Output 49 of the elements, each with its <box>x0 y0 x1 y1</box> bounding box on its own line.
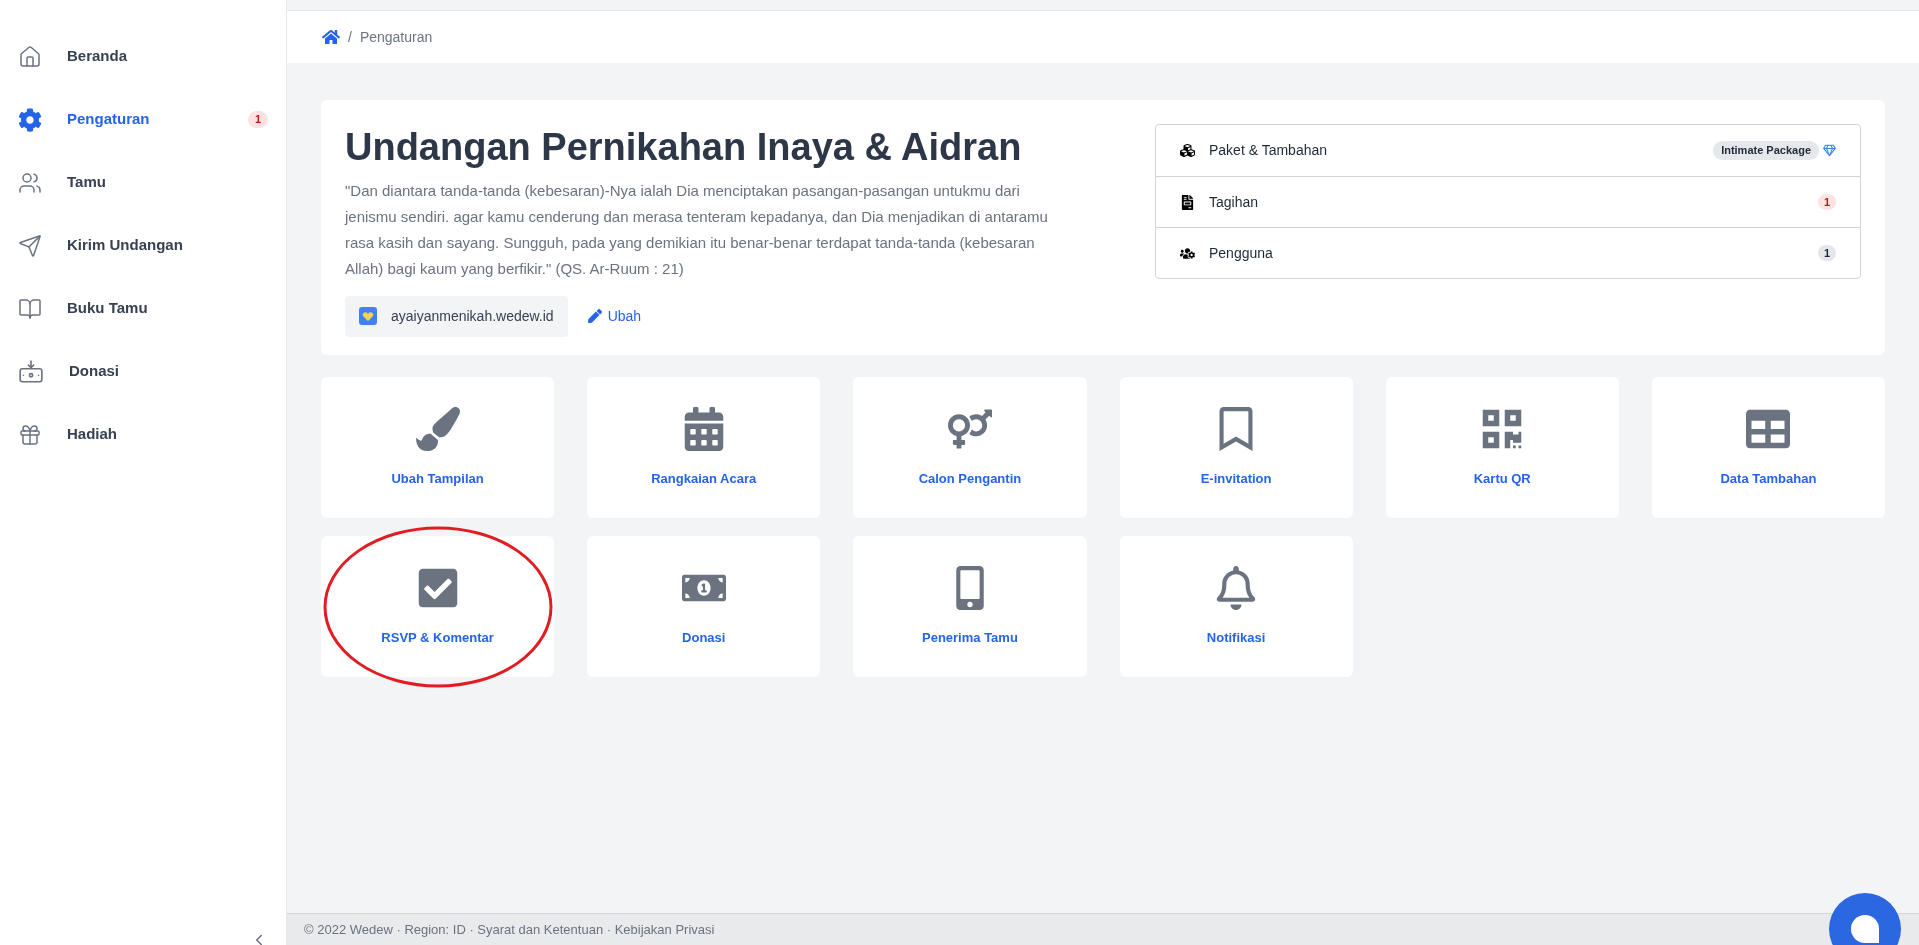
chat-bubble-icon <box>1851 915 1879 943</box>
people-icon <box>18 170 42 195</box>
document-icon <box>1180 194 1195 210</box>
settings-tile[interactable]: Notifikasi <box>1119 536 1353 677</box>
sidebar-item[interactable]: Hadiah <box>0 403 286 466</box>
sidebar-item[interactable]: Buku Tamu <box>0 277 286 340</box>
domain-chip: ayaiyanmenikah.wedew.id <box>345 295 568 337</box>
count-badge: 1 <box>247 111 268 128</box>
settings-tile[interactable]: Donasi <box>587 536 821 677</box>
list-item[interactable]: Pengguna 1 <box>1156 227 1860 278</box>
settings-icon <box>18 107 42 132</box>
site-logo-icon <box>359 307 377 325</box>
sidebar-item[interactable]: Kirim Undangan <box>0 214 286 277</box>
settings-tile[interactable]: Penerima Tamu <box>853 536 1087 677</box>
list-item[interactable]: Tagihan 1 <box>1156 176 1860 227</box>
count-badge: 1 <box>1817 193 1836 211</box>
settings-tile[interactable]: Calon Pengantin <box>853 377 1087 518</box>
gender-symbols-icon <box>947 406 992 451</box>
sidebar-item[interactable]: Tamu <box>0 151 286 214</box>
package-badge: Intimate Package <box>1713 141 1819 160</box>
breadcrumb-separator: / <box>348 27 352 47</box>
paper-plane-icon <box>18 233 42 258</box>
paintbrush-icon <box>415 406 460 451</box>
home-icon[interactable] <box>322 28 340 46</box>
settings-tile[interactable]: Data Tambahan <box>1651 377 1885 518</box>
settings-tile[interactable]: E-invitation <box>1119 377 1353 518</box>
edit-link[interactable]: Ubah <box>587 305 642 327</box>
sidebar-item[interactable]: Donasi <box>0 340 286 403</box>
gift-icon <box>18 422 42 447</box>
settings-tile[interactable]: Ubah Tampilan <box>321 377 555 518</box>
breadcrumb-current: Pengaturan <box>359 27 433 47</box>
users-gear-icon <box>1180 245 1195 261</box>
diamond-icon <box>1823 144 1836 157</box>
book-icon <box>18 296 42 321</box>
sidebar-item[interactable]: Pengaturan 1 <box>0 88 286 151</box>
list-item[interactable]: Paket & Tambahan Intimate Package <box>1156 125 1860 176</box>
settings-tile[interactable]: RSVP & Komentar <box>321 536 555 677</box>
house-icon <box>18 44 42 69</box>
chat-button[interactable] <box>1829 893 1901 945</box>
footer-text: © 2022 Wedew · Region: ID · Syarat dan Ketentuan · Kebijakan Privasi <box>304 920 715 939</box>
cubes-icon <box>1180 143 1195 158</box>
event-title: Undangan Pernikahan Inaya & Aidran <box>345 125 1023 170</box>
settings-tile[interactable]: Kartu QR <box>1385 377 1619 518</box>
settings-tile[interactable]: Rangkaian Acara <box>587 377 821 518</box>
pencil-icon <box>587 309 602 323</box>
donation-box-icon <box>18 358 44 385</box>
sidebar-item[interactable]: Beranda <box>0 25 286 88</box>
count-badge: 1 <box>1817 244 1836 262</box>
quote-text: "Dan diantara tanda-tanda (kebesaran)-Nya ialah Dia menciptakan pasangan-pasangan untukmu dari jenismu sendiri. agar kamu cenderung dan merasa tenteram kepadanya, dan Dia menjadikan di antaramu rasa kasih dan sayang. Sungguh, pada yang demikian itu benar-benar terdapat tanda-tanda (kebesaran Allah) bagi kaum yang berfikir." (QS. Ar-Ruum : 21) <box>345 180 1049 279</box>
